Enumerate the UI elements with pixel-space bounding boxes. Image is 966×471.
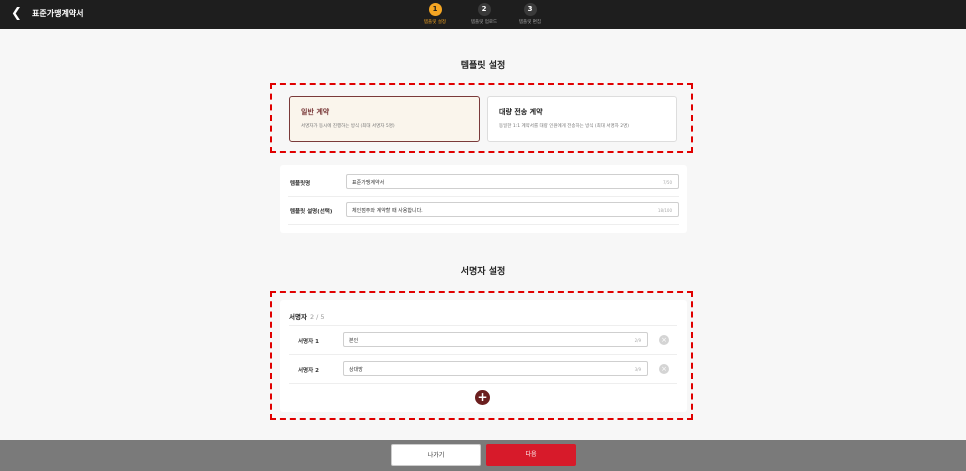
template-desc-input[interactable]: 체인점주와 계약할 때 사용합니다. 18/100 xyxy=(346,202,679,217)
char-count: 7/50 xyxy=(663,180,672,185)
step-number: 2 xyxy=(477,3,491,16)
type-card-title: 대량 전송 계약 xyxy=(499,108,543,116)
signer-row: 서명자 2 상대방 3/9 × xyxy=(289,354,677,383)
signer-label: 서명자 1 xyxy=(298,339,319,345)
char-count: 2/9 xyxy=(634,338,641,343)
close-circle-icon[interactable]: × xyxy=(659,335,669,345)
signer-title-label: 서명자 xyxy=(289,313,307,321)
step-label: 템플릿 편집 xyxy=(518,20,542,25)
page-title: 표준가맹계약서 xyxy=(32,9,84,18)
template-desc-label: 템플릿 설명(선택) xyxy=(290,209,333,215)
close-circle-icon[interactable]: × xyxy=(659,364,669,374)
plus-circle-icon[interactable]: + xyxy=(475,390,490,405)
signer-count: 2 / 5 xyxy=(309,313,325,321)
template-info-panel: 템플릿명 표준가맹계약서 7/50 템플릿 설명(선택) 체인점주와 계약할 때… xyxy=(280,165,687,233)
signer-section-heading: 서명자 설정 xyxy=(460,267,506,277)
template-section-heading: 템플릿 설정 xyxy=(460,61,506,71)
template-name-label: 템플릿명 xyxy=(290,181,311,187)
type-card-general[interactable]: 일반 계약 서명자가 동시에 진행하는 방식 (최대 서명자 5명) xyxy=(289,96,480,142)
signer-name-value: 상대방 xyxy=(349,367,363,373)
step-3: 3 템플릿 편집 xyxy=(500,3,560,25)
signer-title: 서명자 2 / 5 xyxy=(289,311,325,321)
bottom-bar: 나가기 다음 xyxy=(0,440,966,471)
type-card-bulk[interactable]: 대량 전송 계약 동일한 1:1 계약서를 대량 인원에게 전송하는 방식 (최… xyxy=(487,96,677,142)
signer-row: 서명자 1 본인 2/9 × xyxy=(289,325,677,354)
divider xyxy=(289,383,677,384)
signer-name-input[interactable]: 본인 2/9 xyxy=(343,332,648,347)
exit-button[interactable]: 나가기 xyxy=(391,444,481,466)
template-name-value: 표준가맹계약서 xyxy=(352,180,385,186)
char-count: 3/9 xyxy=(634,367,641,372)
signer-label: 서명자 2 xyxy=(298,368,319,374)
type-card-desc: 서명자가 동시에 진행하는 방식 (최대 서명자 5명) xyxy=(301,124,395,129)
template-name-row: 템플릿명 표준가맹계약서 7/50 xyxy=(288,169,679,197)
template-name-input[interactable]: 표준가맹계약서 7/50 xyxy=(346,174,679,189)
type-card-desc: 동일한 1:1 계약서를 대량 인원에게 전송하는 방식 (최대 서명자 2명) xyxy=(499,124,629,129)
top-bar: ❮ 표준가맹계약서 1 템플릿 설정 2 템플릿 업로드 3 템플릿 편집 xyxy=(0,0,966,29)
signer-name-input[interactable]: 상대방 3/9 xyxy=(343,361,648,376)
next-button[interactable]: 다음 xyxy=(486,444,576,466)
type-card-title: 일반 계약 xyxy=(301,108,330,116)
step-number: 3 xyxy=(523,3,537,16)
step-number: 1 xyxy=(428,3,442,16)
template-desc-value: 체인점주와 계약할 때 사용합니다. xyxy=(352,208,423,214)
chevron-left-icon[interactable]: ❮ xyxy=(11,6,25,22)
template-desc-row: 템플릿 설명(선택) 체인점주와 계약할 때 사용합니다. 18/100 xyxy=(288,197,679,225)
signer-name-value: 본인 xyxy=(349,338,359,344)
char-count: 18/100 xyxy=(657,208,672,213)
